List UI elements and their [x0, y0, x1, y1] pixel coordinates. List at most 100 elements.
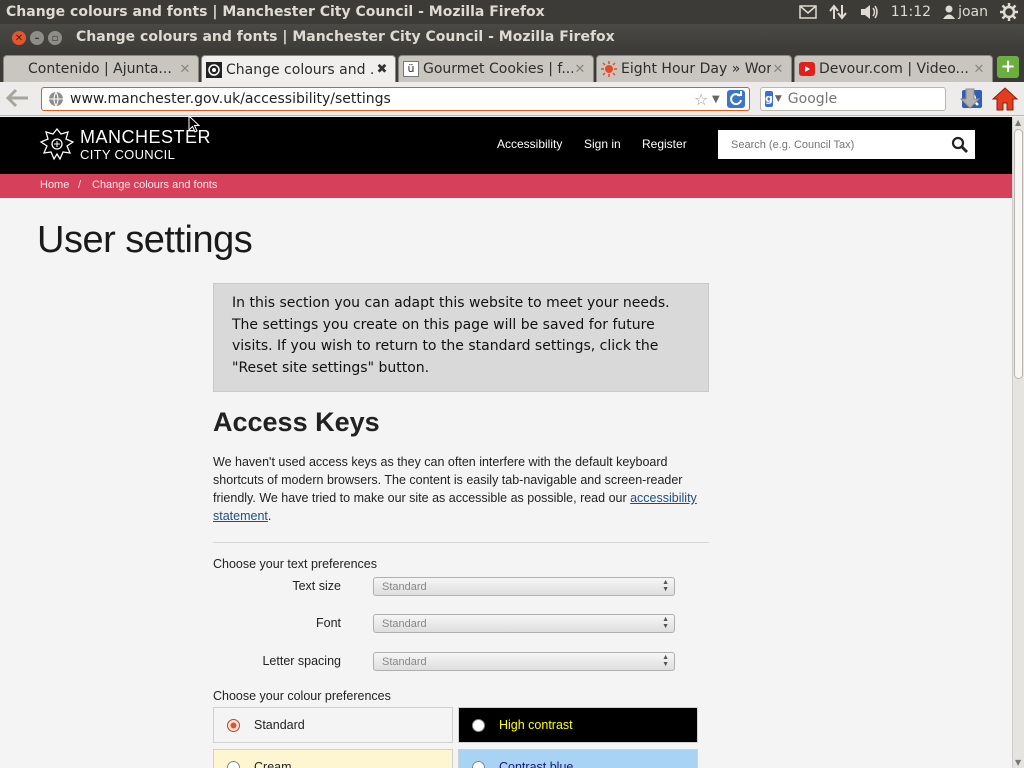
- radio-cream[interactable]: [227, 760, 240, 768]
- bookmark-star-icon[interactable]: ☆: [694, 90, 712, 109]
- back-arrow-icon: [5, 88, 28, 108]
- page-title: User settings: [37, 219, 253, 261]
- tab-change-colours[interactable]: Change colours and ... ✖: [201, 55, 396, 83]
- page-icon: [8, 61, 24, 77]
- tab-close-icon[interactable]: ✕: [573, 62, 587, 77]
- tab-gourmet-cookies[interactable]: ü Gourmet Cookies | f... ✕: [398, 55, 594, 82]
- globe-icon: [48, 91, 64, 107]
- access-keys-heading: Access Keys: [213, 407, 380, 437]
- font-value: Standard: [382, 618, 427, 630]
- url-dropdown-icon[interactable]: ▼: [712, 94, 726, 105]
- web-search-bar[interactable]: g ▼: [760, 87, 982, 111]
- crest-icon: [39, 127, 75, 161]
- access-keys-body: We haven't used access keys as they can …: [213, 455, 683, 505]
- divider: [213, 542, 709, 543]
- letter-spacing-value: Standard: [382, 656, 427, 668]
- devour-favicon-icon: [799, 61, 815, 77]
- tab-eight-hour-day[interactable]: Eight Hour Day » Work ✕: [596, 55, 792, 82]
- select-arrows-icon: ▲ ▼: [662, 616, 669, 630]
- window-minimize-button[interactable]: –: [30, 31, 44, 45]
- font-select[interactable]: Standard ▲ ▼: [373, 614, 675, 633]
- user-name: joan: [958, 4, 988, 20]
- tab-close-icon[interactable]: ✖: [375, 62, 389, 77]
- volume-icon[interactable]: [859, 4, 879, 20]
- council-favicon-icon: [206, 61, 222, 78]
- council-logo[interactable]: MANCHESTER CITY COUNCIL: [38, 126, 211, 162]
- mouse-cursor-icon: [188, 115, 200, 133]
- select-arrows-icon: ▲ ▼: [662, 654, 669, 668]
- user-icon: [943, 5, 956, 19]
- clock[interactable]: 11:12: [891, 4, 931, 20]
- text-size-value: Standard: [382, 581, 427, 593]
- site-search: [718, 130, 975, 159]
- tab-label: Eight Hour Day » Work: [621, 61, 771, 77]
- colour-option-contrast-blue[interactable]: Contrast blue: [458, 749, 698, 768]
- access-keys-end: .: [267, 509, 272, 523]
- font-label: Font: [315, 616, 341, 630]
- text-size-label: Text size: [292, 579, 341, 593]
- tab-devour[interactable]: Devour.com | Video... ✕: [794, 55, 993, 82]
- home-button[interactable]: [991, 86, 1019, 112]
- tab-label: Change colours and ...: [226, 61, 375, 78]
- breadcrumb-separator: /: [78, 179, 82, 191]
- reload-icon[interactable]: [726, 89, 746, 109]
- nav-sign-in[interactable]: Sign in: [584, 137, 621, 151]
- tab-close-icon[interactable]: ✕: [771, 62, 785, 77]
- window-maximize-button[interactable]: ▫: [48, 31, 62, 45]
- new-tab-button[interactable]: +: [997, 56, 1019, 78]
- colour-option-label: Standard: [254, 718, 305, 732]
- colour-option-label: High contrast: [499, 718, 573, 732]
- search-icon[interactable]: [951, 136, 969, 154]
- scroll-up-icon[interactable]: ▲: [1015, 118, 1021, 127]
- top-panel: Change colours and fonts | Manchester Ci…: [0, 0, 1024, 24]
- letter-spacing-select[interactable]: Standard ▲ ▼: [373, 652, 675, 671]
- breadcrumb: Home / Change colours and fonts: [0, 174, 1012, 198]
- site-search-input[interactable]: [718, 138, 951, 151]
- window-close-button[interactable]: ✕: [12, 31, 26, 45]
- radio-high-contrast[interactable]: [472, 718, 485, 732]
- colour-option-standard[interactable]: Standard: [213, 707, 453, 743]
- panel-app-title: Change colours and fonts | Manchester Ci…: [6, 4, 545, 20]
- downloads-button[interactable]: [958, 87, 982, 111]
- colour-option-high-contrast[interactable]: High contrast: [458, 707, 698, 743]
- mail-icon[interactable]: [798, 5, 817, 19]
- radio-contrast-blue[interactable]: [472, 760, 485, 768]
- tab-contenido[interactable]: Contenido | Ajunta... ✕: [3, 55, 199, 82]
- web-search-input[interactable]: [781, 91, 962, 107]
- tab-label: Devour.com | Video...: [819, 61, 969, 77]
- text-size-select[interactable]: Standard ▲ ▼: [373, 577, 675, 596]
- text-prefs-label: Choose your text preferences: [213, 557, 377, 571]
- page-viewport: MANCHESTER CITY COUNCIL Accessibility Si…: [0, 117, 1012, 768]
- window-title: Change colours and fonts | Manchester Ci…: [76, 29, 615, 45]
- page-scrollbar[interactable]: ▲ ▼: [1012, 117, 1024, 768]
- window-titlebar[interactable]: ✕ – ▫ Change colours and fonts | Manches…: [0, 24, 1024, 52]
- network-icon[interactable]: [828, 4, 847, 20]
- navigation-toolbar: www.manchester.gov.uk/accessibility/sett…: [0, 82, 1024, 116]
- select-arrows-icon: ▲ ▼: [662, 579, 669, 593]
- engine-dropdown-icon[interactable]: ▼: [775, 94, 782, 104]
- breadcrumb-home[interactable]: Home: [40, 179, 69, 191]
- nav-accessibility[interactable]: Accessibility: [497, 137, 562, 151]
- search-engine-icon[interactable]: g: [765, 91, 773, 107]
- url-text[interactable]: www.manchester.gov.uk/accessibility/sett…: [70, 91, 694, 107]
- home-icon: [991, 87, 1019, 111]
- scroll-down-icon[interactable]: ▼: [1015, 758, 1021, 767]
- nav-register[interactable]: Register: [642, 137, 687, 151]
- logo-line2: CITY COUNCIL: [80, 146, 176, 162]
- radio-standard[interactable]: [227, 718, 240, 732]
- tab-bar: Contenido | Ajunta... ✕ Change colours a…: [0, 52, 1024, 83]
- scroll-thumb[interactable]: [1014, 129, 1023, 379]
- colour-prefs-label: Choose your colour preferences: [213, 689, 391, 703]
- breadcrumb-current[interactable]: Change colours and fonts: [92, 179, 217, 191]
- access-keys-text: We haven't used access keys as they can …: [213, 453, 709, 525]
- back-button[interactable]: [5, 88, 32, 110]
- tab-close-icon[interactable]: ✕: [178, 62, 192, 77]
- tab-label: Contenido | Ajunta...: [28, 61, 172, 77]
- colour-option-label: Contrast blue: [499, 760, 574, 768]
- colour-option-cream[interactable]: Cream: [213, 749, 453, 768]
- colour-option-label: Cream: [254, 760, 292, 768]
- tab-close-icon[interactable]: ✕: [972, 62, 986, 77]
- gear-icon[interactable]: [1000, 3, 1018, 21]
- url-bar[interactable]: www.manchester.gov.uk/accessibility/sett…: [41, 87, 750, 111]
- user-menu[interactable]: joan: [943, 4, 988, 20]
